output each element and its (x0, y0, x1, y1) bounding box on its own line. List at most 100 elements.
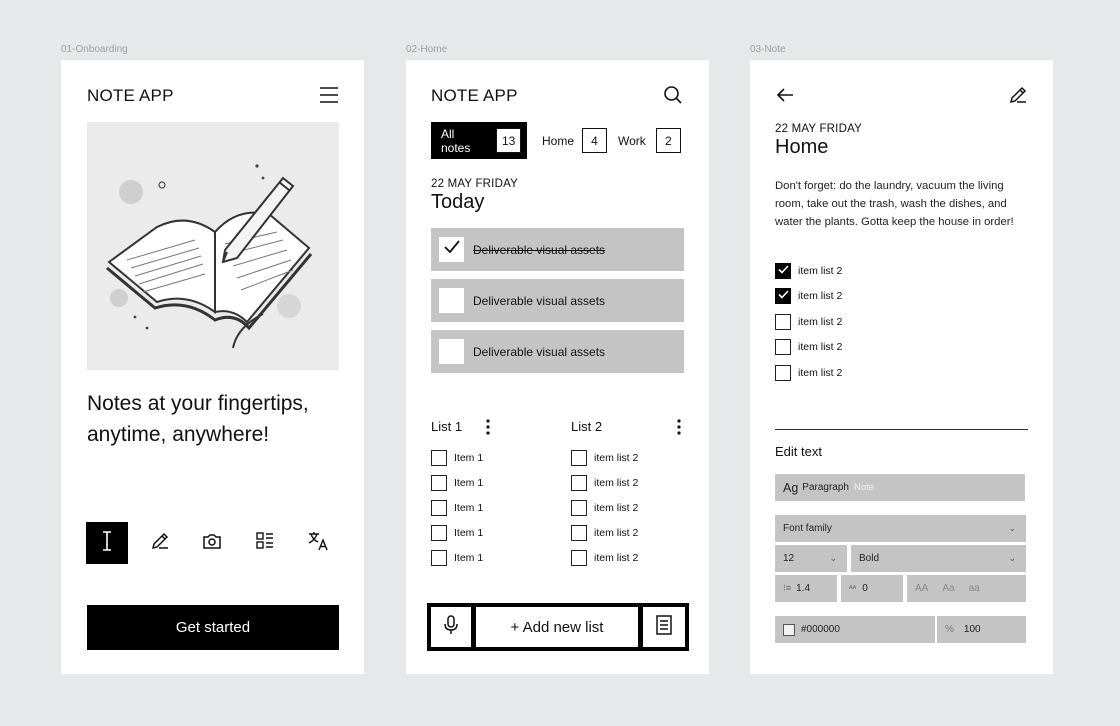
opacity-input[interactable]: % 100 (937, 616, 1026, 643)
list-item[interactable]: Item 1 (431, 545, 483, 570)
list-item[interactable]: Item 1 (431, 520, 483, 545)
divider (775, 429, 1028, 430)
checkmark-icon (777, 265, 789, 277)
item-text: item list 2 (594, 451, 639, 464)
tab-work[interactable]: Work 2 (618, 122, 681, 159)
list-item[interactable]: Item 1 (431, 445, 483, 470)
task-text: Deliverable visual assets (473, 293, 606, 308)
opacity-value: 100 (963, 624, 981, 635)
item-checkbox[interactable] (775, 288, 791, 305)
list-item[interactable]: Item 1 (431, 495, 483, 520)
item-checkbox[interactable] (571, 499, 587, 516)
font-size-select[interactable]: 12 ⌄ (775, 545, 847, 572)
edit-pencil-icon[interactable] (1008, 85, 1028, 105)
item-text: Item 1 (454, 501, 484, 514)
camera-tool-button[interactable] (191, 522, 233, 564)
text-style-hint: Note (854, 482, 875, 493)
list-item[interactable]: Item 1 (431, 470, 483, 495)
tab-home[interactable]: Home 4 (542, 122, 608, 159)
line-height-input[interactable]: ⁝≡ 1.4 (775, 575, 837, 602)
translate-tool-button[interactable] (297, 522, 339, 564)
item-checkbox[interactable] (431, 499, 447, 516)
color-swatch[interactable] (783, 623, 795, 636)
bottom-action-bar: + Add new list (427, 603, 689, 651)
item-checkbox[interactable] (775, 313, 791, 330)
checklist-item[interactable]: item list 2 (775, 284, 842, 310)
item-text: item list 2 (594, 476, 639, 489)
font-family-select[interactable]: Font family ⌄ (775, 515, 1026, 542)
list-icon (255, 531, 275, 556)
font-weight-value: Bold (859, 553, 880, 564)
list-2-items: item list 2 item list 2 item list 2 item… (571, 445, 638, 570)
item-checkbox[interactable] (571, 449, 587, 466)
tab-all-notes[interactable]: All notes 13 (431, 122, 527, 159)
item-checkbox[interactable] (571, 474, 587, 491)
color-input[interactable]: #000000 (775, 616, 935, 643)
list-item[interactable]: item list 2 (571, 495, 638, 520)
item-checkbox[interactable] (775, 339, 791, 356)
item-text: Item 1 (454, 526, 484, 539)
voice-note-button[interactable] (431, 607, 471, 647)
task-item[interactable]: Deliverable visual assets (431, 279, 684, 322)
item-text: item list 2 (798, 290, 843, 303)
task-checkbox[interactable] (439, 237, 464, 262)
item-checkbox[interactable] (431, 524, 447, 541)
tab-label: Work (618, 133, 646, 148)
font-family-value: Font family (783, 523, 832, 534)
item-checkbox[interactable] (431, 474, 447, 491)
letter-spacing-input[interactable]: ᴬᴬ 0 (841, 575, 903, 602)
list-item[interactable]: item list 2 (571, 545, 638, 570)
case-title-button[interactable]: Aa (942, 583, 954, 594)
line-height-icon: ⁝≡ (783, 583, 792, 593)
item-checkbox[interactable] (775, 364, 791, 381)
checklist-tool-button[interactable] (244, 522, 286, 564)
task-checkbox[interactable] (439, 339, 464, 364)
checkmark-icon (777, 290, 789, 302)
font-weight-select[interactable]: Bold ⌄ (851, 545, 1026, 572)
note-body[interactable]: Don't forget: do the laundry, vacuum the… (775, 177, 1030, 231)
chevron-down-icon: ⌄ (1008, 523, 1016, 533)
list-item[interactable]: item list 2 (571, 520, 638, 545)
day-heading: Today (431, 191, 485, 213)
item-text: item list 2 (594, 551, 639, 564)
task-text: Deliverable visual assets (473, 242, 606, 257)
list-item[interactable]: item list 2 (571, 470, 638, 495)
item-checkbox[interactable] (431, 549, 447, 566)
item-checkbox[interactable] (571, 549, 587, 566)
case-uppercase-button[interactable]: AA (915, 583, 928, 594)
text-style-preview: Ag (783, 480, 799, 495)
hamburger-menu-icon[interactable] (319, 86, 339, 104)
letter-spacing-icon: ᴬᴬ (849, 584, 857, 593)
text-style-select[interactable]: Ag Paragraph Note (775, 474, 1025, 501)
text-case-options: AA Aa aa (907, 575, 1026, 602)
more-vertical-icon[interactable] (486, 419, 490, 435)
task-item[interactable]: Deliverable visual assets (431, 228, 684, 271)
color-value: #000000 (801, 624, 840, 635)
item-checkbox[interactable] (571, 524, 587, 541)
line-height-value: 1.4 (796, 583, 811, 594)
edit-text-heading: Edit text (775, 444, 822, 459)
tab-count: 4 (582, 128, 608, 153)
back-arrow-icon[interactable] (776, 87, 794, 103)
list-item[interactable]: item list 2 (571, 445, 638, 470)
task-item[interactable]: Deliverable visual assets (431, 330, 684, 373)
checklist-item[interactable]: item list 2 (775, 258, 842, 284)
case-lowercase-button[interactable]: aa (969, 583, 980, 594)
checklist-item[interactable]: item list 2 (775, 360, 842, 386)
frame-label-note: 03-Note (750, 44, 786, 55)
search-icon[interactable] (663, 85, 683, 105)
hero-illustration (87, 122, 339, 370)
checklist-item[interactable]: item list 2 (775, 335, 842, 361)
app-title: NOTE APP (431, 86, 518, 105)
get-started-button[interactable]: Get started (87, 605, 339, 650)
task-checkbox[interactable] (439, 288, 464, 313)
item-checkbox[interactable] (775, 262, 791, 279)
draw-tool-button[interactable] (139, 522, 181, 564)
notes-button[interactable] (643, 607, 685, 647)
more-vertical-icon[interactable] (677, 419, 681, 435)
text-tool-button[interactable] (86, 522, 128, 564)
add-new-list-button[interactable]: + Add new list (476, 607, 638, 647)
tab-count: 13 (496, 128, 521, 153)
checklist-item[interactable]: item list 2 (775, 309, 842, 335)
item-checkbox[interactable] (431, 449, 447, 466)
